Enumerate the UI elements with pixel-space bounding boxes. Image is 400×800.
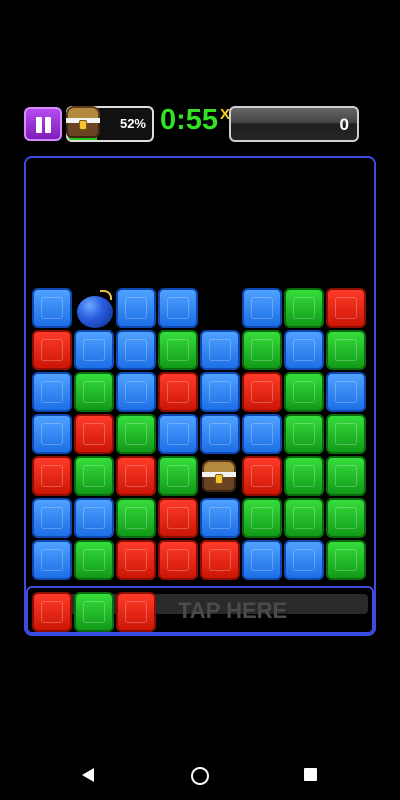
gem-tile-green[interactable] xyxy=(74,540,114,580)
game-board[interactable] xyxy=(24,156,376,636)
score-value: 0 xyxy=(339,115,349,134)
gem-tile-blue[interactable] xyxy=(242,288,282,328)
queued-gem-green xyxy=(74,592,114,632)
gem-tile-red[interactable] xyxy=(200,540,240,580)
gem-tile-blue[interactable] xyxy=(200,414,240,454)
timer: 0:55 xyxy=(160,104,219,136)
home-icon[interactable] xyxy=(191,767,209,785)
recents-icon[interactable] xyxy=(304,768,317,781)
android-navigation-bar xyxy=(0,745,400,800)
gem-tile-red[interactable] xyxy=(158,372,198,412)
gem-tile-blue[interactable] xyxy=(116,288,156,328)
treasure-chest-icon[interactable] xyxy=(200,456,240,496)
gem-tile-green[interactable] xyxy=(326,456,366,496)
gem-tile-blue[interactable] xyxy=(74,330,114,370)
gem-tile-green[interactable] xyxy=(74,456,114,496)
gem-tile-blue[interactable] xyxy=(32,372,72,412)
gem-tile-green[interactable] xyxy=(74,372,114,412)
gem-tile-blue[interactable] xyxy=(158,414,198,454)
gem-tile-red[interactable] xyxy=(74,414,114,454)
gem-tile-red[interactable] xyxy=(158,540,198,580)
gem-tile-blue[interactable] xyxy=(158,288,198,328)
gem-tile-blue[interactable] xyxy=(32,540,72,580)
gem-tile-green[interactable] xyxy=(116,414,156,454)
gem-tile-green[interactable] xyxy=(242,498,282,538)
gem-tile-blue[interactable] xyxy=(284,540,324,580)
gem-tile-blue[interactable] xyxy=(116,330,156,370)
gem-tile-blue[interactable] xyxy=(74,498,114,538)
gem-tile-blue[interactable] xyxy=(32,498,72,538)
gem-tile-red[interactable] xyxy=(116,456,156,496)
gem-tile-green[interactable] xyxy=(116,498,156,538)
gem-tile-green[interactable] xyxy=(158,330,198,370)
gem-tile-green[interactable] xyxy=(326,414,366,454)
gem-tile-green[interactable] xyxy=(284,498,324,538)
gem-tile-blue[interactable] xyxy=(326,372,366,412)
score-box: 0 xyxy=(229,106,359,142)
gem-tile-green[interactable] xyxy=(326,498,366,538)
tap-strip[interactable]: TAP HERE xyxy=(26,586,374,634)
gem-tile-green[interactable] xyxy=(284,414,324,454)
gem-tile-blue[interactable] xyxy=(284,330,324,370)
gem-tile-green[interactable] xyxy=(284,456,324,496)
gem-tile-blue[interactable] xyxy=(200,372,240,412)
game-hud: 52% 0:55 X 0 xyxy=(0,0,400,160)
gem-tile-blue[interactable] xyxy=(32,414,72,454)
gem-tile-blue[interactable] xyxy=(242,540,282,580)
gem-tile-blue[interactable] xyxy=(242,414,282,454)
gem-tile-green[interactable] xyxy=(284,372,324,412)
gem-tile-green[interactable] xyxy=(326,330,366,370)
back-icon[interactable] xyxy=(82,768,94,782)
pause-button[interactable] xyxy=(24,107,62,141)
gem-tile-green[interactable] xyxy=(326,540,366,580)
gem-tile-green[interactable] xyxy=(284,288,324,328)
chest-progress-text: 52% xyxy=(119,116,146,131)
queued-gem-red xyxy=(32,592,72,632)
gem-tile-red[interactable] xyxy=(326,288,366,328)
gem-tile-green[interactable] xyxy=(242,330,282,370)
gem-tile-red[interactable] xyxy=(158,498,198,538)
gem-tile-red[interactable] xyxy=(242,456,282,496)
tap-here-label: TAP HERE xyxy=(178,598,288,623)
bomb-icon[interactable] xyxy=(74,288,114,328)
pause-icon xyxy=(36,117,42,133)
gem-tile-blue[interactable] xyxy=(116,372,156,412)
treasure-chest-icon xyxy=(66,106,100,138)
gem-tile-red[interactable] xyxy=(32,330,72,370)
gem-tile-red[interactable] xyxy=(32,456,72,496)
gem-tile-blue[interactable] xyxy=(200,498,240,538)
gem-tile-red[interactable] xyxy=(116,540,156,580)
queued-gem-red xyxy=(116,592,156,632)
gem-tile-blue[interactable] xyxy=(32,288,72,328)
gem-tile-red[interactable] xyxy=(242,372,282,412)
gem-tile-blue[interactable] xyxy=(200,330,240,370)
gem-tile-green[interactable] xyxy=(158,456,198,496)
